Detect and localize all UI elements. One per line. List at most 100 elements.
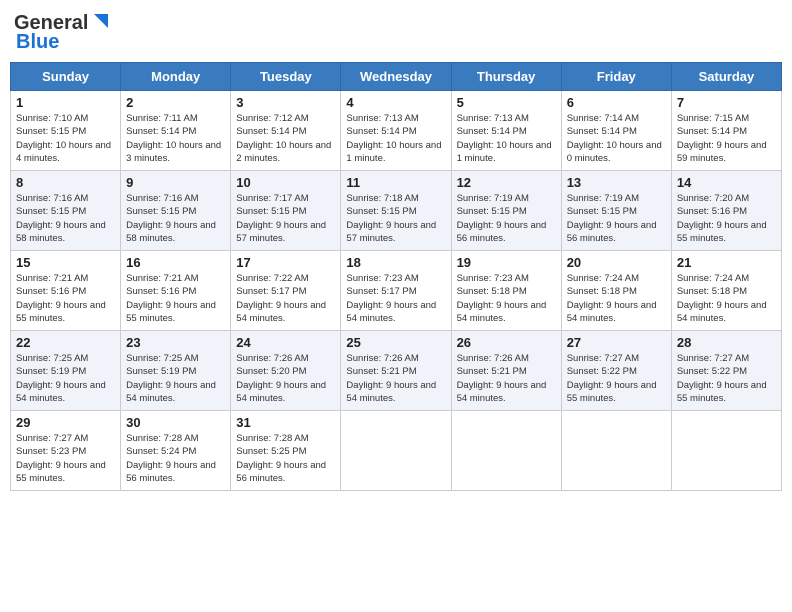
calendar-day-cell: 20Sunrise: 7:24 AMSunset: 5:18 PMDayligh… xyxy=(561,251,671,331)
logo-arrow-icon xyxy=(90,10,112,32)
day-detail: Sunrise: 7:24 AMSunset: 5:18 PMDaylight:… xyxy=(677,272,776,325)
day-number: 6 xyxy=(567,95,666,110)
day-detail: Sunrise: 7:13 AMSunset: 5:14 PMDaylight:… xyxy=(346,112,445,165)
calendar-day-cell: 26 Sunrise: 7:26 AMSunset: 5:21 PMDayligh… xyxy=(451,331,561,411)
day-detail: Sunrise: 7:26 AMSunset: 5:21 PMDaylight:… xyxy=(346,352,445,405)
calendar-week-row: 29 Sunrise: 7:27 AMSunset: 5:23 PMDayligh… xyxy=(11,411,782,491)
day-number: 15 xyxy=(16,255,115,270)
day-detail: Sunrise: 7:19 AMSunset: 5:15 PMDaylight:… xyxy=(567,192,666,245)
calendar-day-cell: 19 Sunrise: 7:23 AMSunset: 5:18 PMDayligh… xyxy=(451,251,561,331)
calendar-week-row: 1Sunrise: 7:10 AMSunset: 5:15 PMDaylight… xyxy=(11,91,782,171)
calendar-day-cell: 28 Sunrise: 7:27 AMSunset: 5:22 PMDayligh… xyxy=(671,331,781,411)
day-detail: Sunrise: 7:25 AMSunset: 5:19 PMDaylight:… xyxy=(16,352,115,405)
calendar-day-cell: 18Sunrise: 7:23 AMSunset: 5:17 PMDayligh… xyxy=(341,251,451,331)
day-number: 13 xyxy=(567,175,666,190)
day-detail: Sunrise: 7:27 AMSunset: 5:22 PMDaylight:… xyxy=(677,352,776,405)
calendar-day-cell: 23 Sunrise: 7:25 AMSunset: 5:19 PMDayligh… xyxy=(121,331,231,411)
calendar-week-row: 22 Sunrise: 7:25 AMSunset: 5:19 PMDayligh… xyxy=(11,331,782,411)
day-detail: Sunrise: 7:22 AMSunset: 5:17 PMDaylight:… xyxy=(236,272,335,325)
day-number: 24 xyxy=(236,335,335,350)
day-number: 2 xyxy=(126,95,225,110)
day-detail: Sunrise: 7:11 AMSunset: 5:14 PMDaylight:… xyxy=(126,112,225,165)
calendar-day-cell: 14 Sunrise: 7:20 AMSunset: 5:16 PMDayligh… xyxy=(671,171,781,251)
calendar-week-row: 15 Sunrise: 7:21 AMSunset: 5:16 PMDayligh… xyxy=(11,251,782,331)
day-detail: Sunrise: 7:23 AMSunset: 5:18 PMDaylight:… xyxy=(457,272,556,325)
day-number: 11 xyxy=(346,175,445,190)
empty-cell xyxy=(671,411,781,491)
calendar-day-cell: 5 Sunrise: 7:13 AMSunset: 5:14 PMDaylight… xyxy=(451,91,561,171)
day-number: 23 xyxy=(126,335,225,350)
day-number: 28 xyxy=(677,335,776,350)
logo-blue-text: Blue xyxy=(16,31,59,53)
calendar-day-cell: 21 Sunrise: 7:24 AMSunset: 5:18 PMDayligh… xyxy=(671,251,781,331)
day-detail: Sunrise: 7:28 AMSunset: 5:24 PMDaylight:… xyxy=(126,432,225,485)
calendar-day-cell: 9 Sunrise: 7:16 AMSunset: 5:15 PMDaylight… xyxy=(121,171,231,251)
day-number: 16 xyxy=(126,255,225,270)
calendar-day-cell: 27 Sunrise: 7:27 AMSunset: 5:22 PMDayligh… xyxy=(561,331,671,411)
calendar-day-cell: 10Sunrise: 7:17 AMSunset: 5:15 PMDayligh… xyxy=(231,171,341,251)
day-header-saturday: Saturday xyxy=(671,63,781,91)
calendar-day-cell: 13 Sunrise: 7:19 AMSunset: 5:15 PMDayligh… xyxy=(561,171,671,251)
calendar-day-cell: 31 Sunrise: 7:28 AMSunset: 5:25 PMDayligh… xyxy=(231,411,341,491)
calendar-day-cell: 3Sunrise: 7:12 AMSunset: 5:14 PMDaylight… xyxy=(231,91,341,171)
day-detail: Sunrise: 7:14 AMSunset: 5:14 PMDaylight:… xyxy=(567,112,666,165)
day-detail: Sunrise: 7:27 AMSunset: 5:22 PMDaylight:… xyxy=(567,352,666,405)
day-header-sunday: Sunday xyxy=(11,63,121,91)
day-detail: Sunrise: 7:10 AMSunset: 5:15 PMDaylight:… xyxy=(16,112,115,165)
calendar-day-cell: 7Sunrise: 7:15 AMSunset: 5:14 PMDaylight… xyxy=(671,91,781,171)
day-number: 8 xyxy=(16,175,115,190)
day-detail: Sunrise: 7:19 AMSunset: 5:15 PMDaylight:… xyxy=(457,192,556,245)
day-number: 4 xyxy=(346,95,445,110)
day-number: 19 xyxy=(457,255,556,270)
day-number: 21 xyxy=(677,255,776,270)
day-detail: Sunrise: 7:28 AMSunset: 5:25 PMDaylight:… xyxy=(236,432,335,485)
day-number: 3 xyxy=(236,95,335,110)
calendar-day-cell: 17 Sunrise: 7:22 AMSunset: 5:17 PMDayligh… xyxy=(231,251,341,331)
day-number: 20 xyxy=(567,255,666,270)
day-number: 26 xyxy=(457,335,556,350)
day-number: 9 xyxy=(126,175,225,190)
empty-cell xyxy=(341,411,451,491)
day-detail: Sunrise: 7:26 AMSunset: 5:20 PMDaylight:… xyxy=(236,352,335,405)
calendar-day-cell: 22 Sunrise: 7:25 AMSunset: 5:19 PMDayligh… xyxy=(11,331,121,411)
day-number: 14 xyxy=(677,175,776,190)
calendar-day-cell: 8 Sunrise: 7:16 AMSunset: 5:15 PMDaylight… xyxy=(11,171,121,251)
day-header-friday: Friday xyxy=(561,63,671,91)
calendar-day-cell: 2 Sunrise: 7:11 AMSunset: 5:14 PMDaylight… xyxy=(121,91,231,171)
day-number: 17 xyxy=(236,255,335,270)
day-header-monday: Monday xyxy=(121,63,231,91)
day-number: 5 xyxy=(457,95,556,110)
calendar-day-cell: 15 Sunrise: 7:21 AMSunset: 5:16 PMDayligh… xyxy=(11,251,121,331)
day-header-wednesday: Wednesday xyxy=(341,63,451,91)
day-detail: Sunrise: 7:16 AMSunset: 5:15 PMDaylight:… xyxy=(16,192,115,245)
day-number: 12 xyxy=(457,175,556,190)
calendar-day-cell: 11Sunrise: 7:18 AMSunset: 5:15 PMDayligh… xyxy=(341,171,451,251)
day-detail: Sunrise: 7:25 AMSunset: 5:19 PMDaylight:… xyxy=(126,352,225,405)
empty-cell xyxy=(561,411,671,491)
day-number: 27 xyxy=(567,335,666,350)
day-detail: Sunrise: 7:20 AMSunset: 5:16 PMDaylight:… xyxy=(677,192,776,245)
day-detail: Sunrise: 7:26 AMSunset: 5:21 PMDaylight:… xyxy=(457,352,556,405)
day-detail: Sunrise: 7:13 AMSunset: 5:14 PMDaylight:… xyxy=(457,112,556,165)
calendar-day-cell: 24 Sunrise: 7:26 AMSunset: 5:20 PMDayligh… xyxy=(231,331,341,411)
calendar-day-cell: 6 Sunrise: 7:14 AMSunset: 5:14 PMDaylight… xyxy=(561,91,671,171)
page-header: General Blue xyxy=(10,10,782,54)
day-number: 25 xyxy=(346,335,445,350)
calendar-day-cell: 29 Sunrise: 7:27 AMSunset: 5:23 PMDayligh… xyxy=(11,411,121,491)
day-number: 7 xyxy=(677,95,776,110)
day-header-tuesday: Tuesday xyxy=(231,63,341,91)
day-detail: Sunrise: 7:23 AMSunset: 5:17 PMDaylight:… xyxy=(346,272,445,325)
calendar-day-cell: 25 Sunrise: 7:26 AMSunset: 5:21 PMDayligh… xyxy=(341,331,451,411)
day-detail: Sunrise: 7:17 AMSunset: 5:15 PMDaylight:… xyxy=(236,192,335,245)
day-number: 31 xyxy=(236,415,335,430)
day-number: 22 xyxy=(16,335,115,350)
day-detail: Sunrise: 7:21 AMSunset: 5:16 PMDaylight:… xyxy=(16,272,115,325)
logo: General Blue xyxy=(14,10,112,54)
calendar-table: SundayMondayTuesdayWednesdayThursdayFrid… xyxy=(10,62,782,491)
day-detail: Sunrise: 7:21 AMSunset: 5:16 PMDaylight:… xyxy=(126,272,225,325)
calendar-day-cell: 16 Sunrise: 7:21 AMSunset: 5:16 PMDayligh… xyxy=(121,251,231,331)
day-number: 29 xyxy=(16,415,115,430)
day-detail: Sunrise: 7:27 AMSunset: 5:23 PMDaylight:… xyxy=(16,432,115,485)
calendar-day-cell: 4 Sunrise: 7:13 AMSunset: 5:14 PMDaylight… xyxy=(341,91,451,171)
day-detail: Sunrise: 7:16 AMSunset: 5:15 PMDaylight:… xyxy=(126,192,225,245)
